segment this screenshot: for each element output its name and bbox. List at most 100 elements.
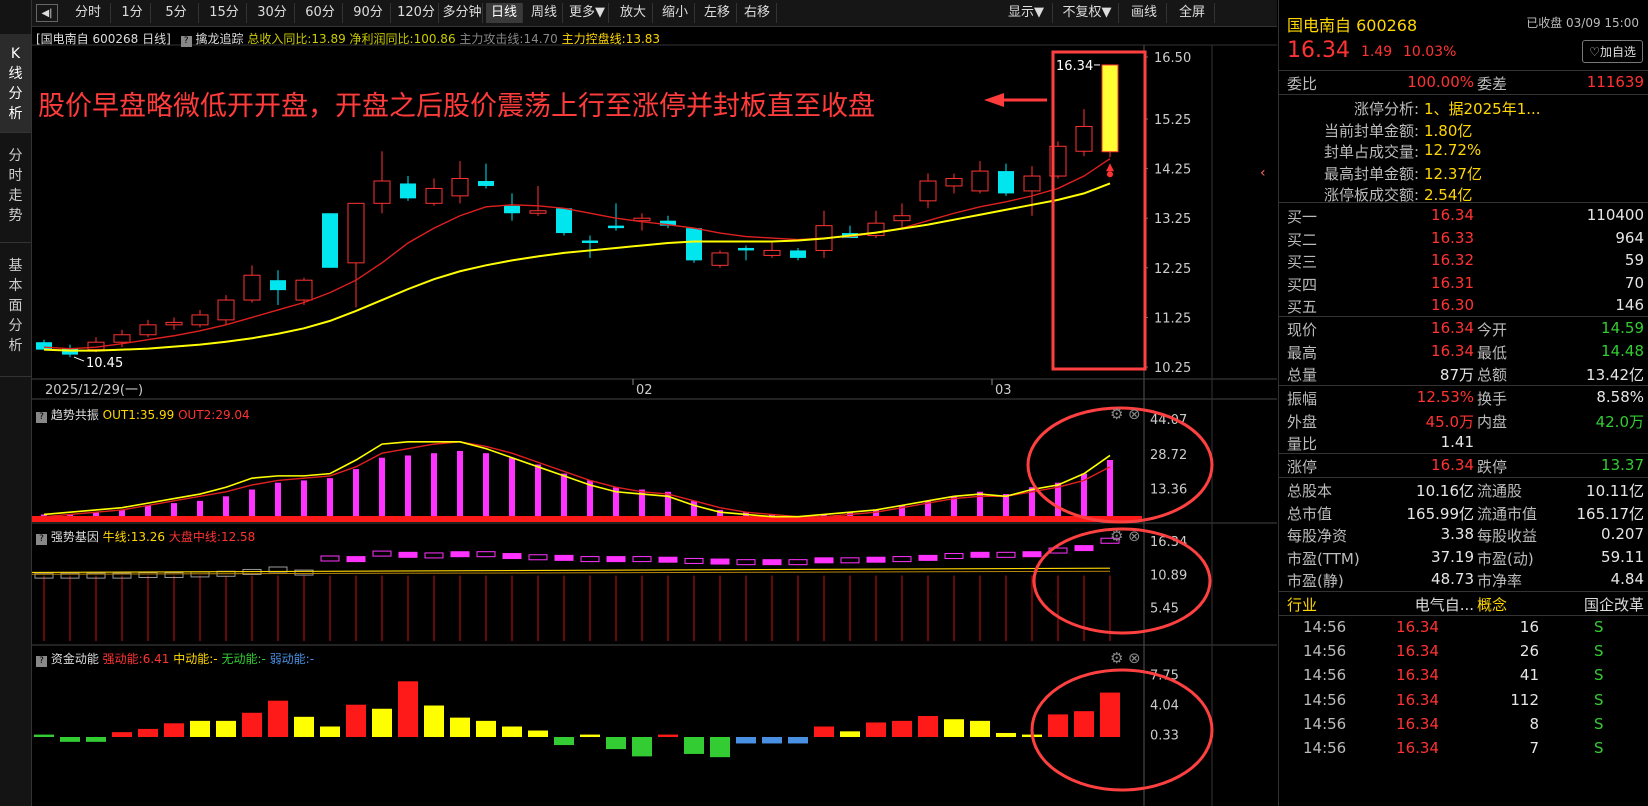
view-button[interactable]: 显示▼	[1000, 3, 1053, 23]
view-button[interactable]: 不复权▼	[1056, 3, 1119, 23]
fund-bar	[320, 726, 340, 737]
y-tick-label: 28.72	[1150, 448, 1187, 463]
tab-kline-analysis[interactable]: K线分析	[0, 34, 31, 133]
period-button[interactable]: 120分	[394, 3, 439, 23]
gear-icon[interactable]: ⚙	[1110, 527, 1123, 545]
fund-value: 10.11亿	[1586, 482, 1644, 500]
trend-bar	[1107, 460, 1113, 519]
fund-bar	[632, 737, 652, 757]
add-watchlist-button[interactable]: ♡加自选	[1582, 40, 1643, 63]
weicha-label: 委差	[1477, 75, 1508, 93]
candle-body	[1023, 175, 1041, 192]
candle-body	[451, 178, 469, 197]
industry-value[interactable]: 电气自...	[1379, 594, 1474, 615]
view-button[interactable]: 全屏	[1170, 3, 1215, 23]
tick-price: 16.34	[1396, 618, 1439, 636]
collapse-button[interactable]: ◀|	[36, 4, 58, 22]
stat-value: 13.42亿	[1586, 366, 1644, 384]
period-button[interactable]: 15分	[202, 3, 247, 23]
period-button[interactable]: 分时	[66, 3, 111, 23]
period-button[interactable]: 多分钟	[442, 3, 483, 23]
annotation-text: 股价早盘略微低开开盘，开盘之后股价震荡上行至涨停并封板直至收盘	[38, 91, 875, 122]
period-toolbar: ◀| 分时 1分 5分 15分 30分 60分 90分 120分 多分钟 日线 周线 更多▼ 放大 缩小左…	[32, 0, 1277, 27]
market-line-value: 大盘中线:12.58	[168, 530, 256, 544]
stat-value: 8.58%	[1596, 388, 1644, 406]
collapse-right-icon[interactable]: ‹	[1260, 165, 1266, 181]
fund-value: 10.16亿	[1416, 482, 1474, 500]
close-icon[interactable]: ⊗	[1128, 527, 1141, 545]
quote-price-row: 16.34 1.49 10.03% ♡加自选	[1279, 38, 1648, 68]
period-button[interactable]: 90分	[346, 3, 391, 23]
tab-intraday[interactable]: 分时走势	[0, 132, 31, 243]
stock-name-code: 国电南自 600268	[1287, 16, 1418, 35]
industry-label[interactable]: 行业	[1287, 594, 1317, 615]
tick-row: 14:56 16.34 16 S	[1279, 616, 1648, 640]
limit-info-label: 涨停分析:	[1353, 100, 1419, 118]
price-change: 1.49	[1361, 44, 1393, 60]
tick-row: 14:56 16.34 112 S	[1279, 689, 1648, 713]
date-label: 2025/12/29(一)	[45, 383, 143, 398]
tick-volume: 26	[1519, 642, 1539, 661]
close-icon[interactable]: ⊗	[1128, 405, 1141, 423]
concept-value[interactable]: 国企改革	[1584, 594, 1644, 615]
limit-up-value: 16.34	[1431, 456, 1474, 474]
y-tick-label: 12.25	[1154, 262, 1191, 277]
chart-area[interactable]: 16.50 15.25 14.25 13.25 12.25 11.25 10.25 16.34…	[32, 27, 1277, 806]
fund-value: 37.19	[1431, 547, 1474, 566]
view-button[interactable]: 画线	[1122, 3, 1167, 23]
fund-bar	[606, 737, 626, 750]
period-button[interactable]: 左移	[698, 3, 737, 23]
bid-volume: 70	[1624, 273, 1644, 292]
y-tick-label: 16.50	[1154, 51, 1191, 66]
help-icon[interactable]: ?	[36, 412, 47, 423]
period-button[interactable]: 5分	[154, 3, 199, 23]
trend-bar	[301, 480, 307, 519]
period-button[interactable]: 右移	[738, 3, 777, 23]
fund-bar	[1074, 711, 1094, 737]
stat-row: 现价 16.34 今开 14.59	[1279, 317, 1648, 341]
fund-label: 市盈(静)	[1287, 572, 1344, 590]
no-energy-value: 无动能:-	[221, 652, 266, 666]
gear-icon[interactable]: ⚙	[1110, 649, 1123, 667]
trend-bar	[535, 464, 541, 519]
tick-time: 14:56	[1303, 690, 1347, 709]
help-icon[interactable]: ?	[36, 656, 47, 667]
concept-label[interactable]: 概念	[1477, 594, 1507, 615]
help-icon[interactable]: ?	[180, 36, 192, 47]
period-button[interactable]: 放大	[614, 3, 653, 23]
stat-row: 振幅 12.53% 换手 8.58%	[1279, 386, 1648, 410]
period-button[interactable]: 1分	[114, 3, 151, 23]
indicator-item: 主力控盘线:13.83	[561, 32, 661, 46]
tick-volume: 112	[1510, 690, 1539, 709]
fund-bar	[580, 734, 600, 737]
close-icon[interactable]: ⊗	[1128, 649, 1141, 667]
fund-row: 总市值 165.99亿 流通市值 165.17亿	[1279, 501, 1648, 525]
trend-bar	[353, 469, 359, 519]
period-button[interactable]: 缩小	[656, 3, 695, 23]
fund-bar	[34, 734, 54, 737]
fund-label: 总市值	[1287, 504, 1333, 523]
rocket-icon	[1107, 171, 1113, 178]
gear-icon[interactable]: ⚙	[1110, 405, 1123, 423]
period-button[interactable]: 更多▼	[566, 3, 609, 23]
fund-bar	[554, 737, 574, 746]
period-button[interactable]: 60分	[298, 3, 343, 23]
trend-bar	[405, 455, 411, 519]
candle-body	[763, 249, 781, 256]
period-button[interactable]: 日线	[486, 3, 523, 23]
fund-bar	[684, 737, 704, 754]
trend-bar	[457, 450, 463, 519]
period-button[interactable]: 30分	[250, 3, 295, 23]
trend-bar	[327, 478, 333, 519]
stat-label: 总额	[1477, 366, 1508, 384]
trend-bar	[561, 473, 567, 519]
bid-volume: 146	[1615, 296, 1644, 314]
tick-side: S	[1594, 739, 1604, 757]
fund-bar	[372, 708, 392, 737]
tick-side: S	[1594, 618, 1604, 636]
trend-bar	[1003, 494, 1009, 519]
limit-price-row: 涨停 16.34 跌停 13.37	[1279, 454, 1648, 478]
tab-fundamentals[interactable]: 基本面分析	[0, 242, 31, 377]
help-icon[interactable]: ?	[36, 534, 47, 545]
period-button[interactable]: 周线	[526, 3, 563, 23]
